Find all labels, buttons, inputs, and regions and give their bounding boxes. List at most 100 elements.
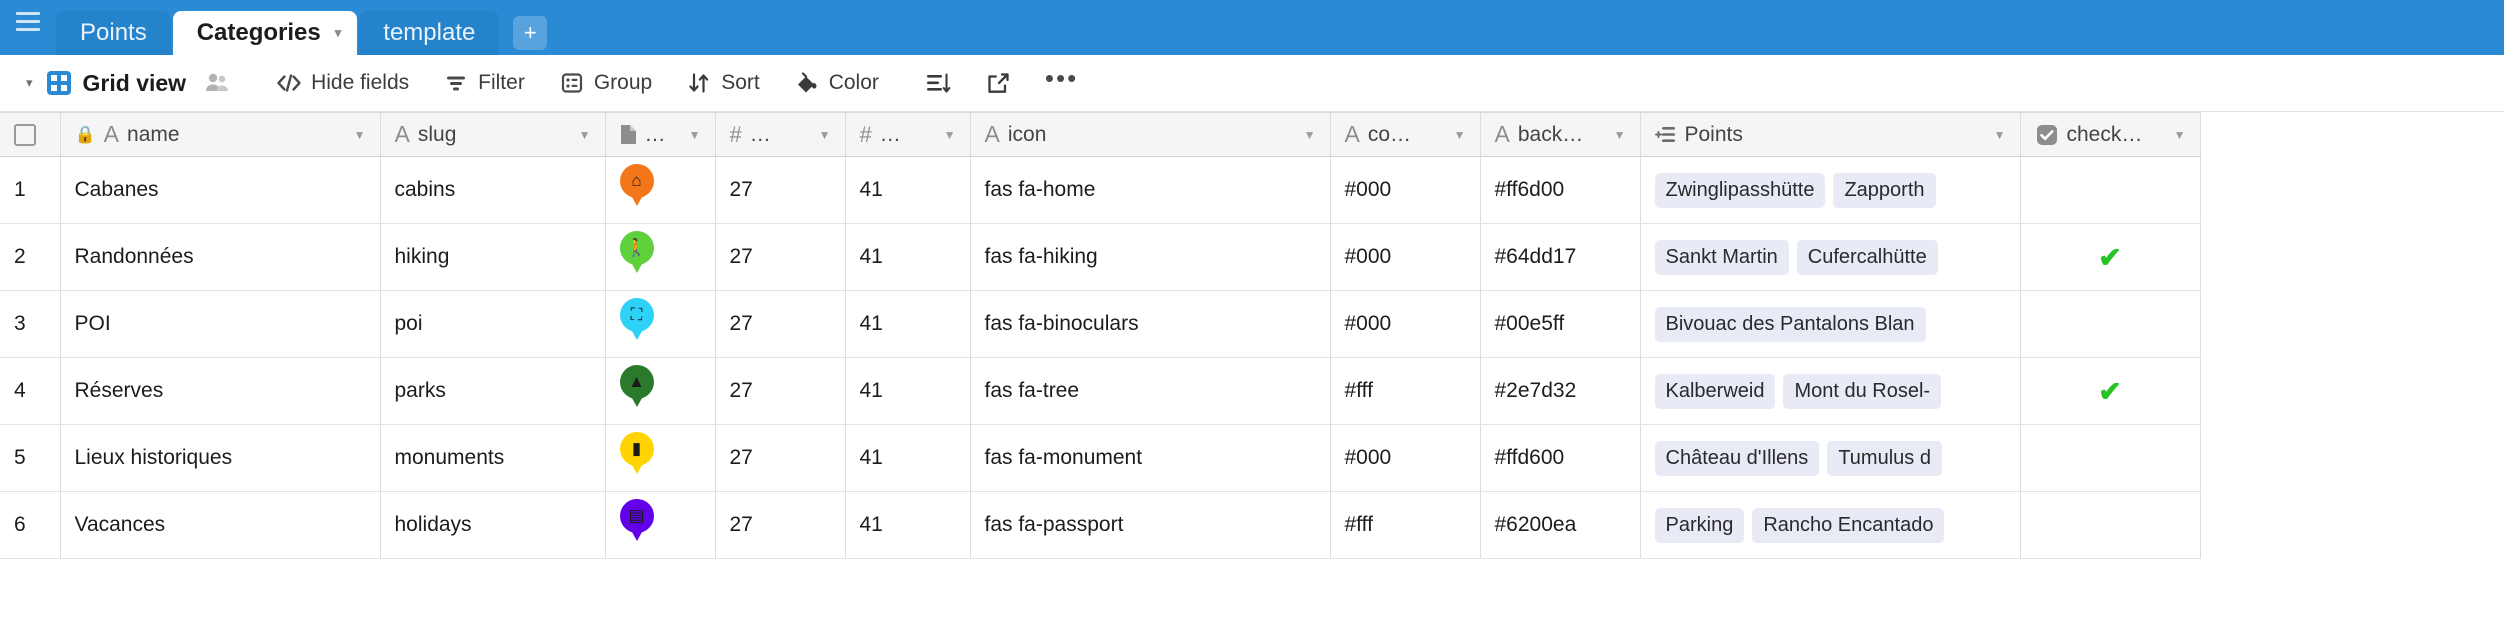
cell-checkbox[interactable] (2020, 290, 2201, 358)
table-row[interactable]: 6 Vacances holidays ▤ 27 41 fas fa-passport #ff… (0, 491, 2201, 559)
color-button[interactable]: Color (794, 70, 879, 96)
cell-back[interactable]: #6200ea (1480, 491, 1641, 559)
filter-button[interactable]: Filter (443, 70, 525, 96)
cell-points-links[interactable]: Zwinglipasshütte Zapporth (1640, 156, 2021, 224)
cell-icon[interactable]: fas fa-passport (970, 491, 1331, 559)
chevron-down-icon[interactable]: ▼ (944, 128, 956, 142)
table-row[interactable]: 2 Randonnées hiking 🚶 27 41 fas fa-hiking #000 #… (0, 223, 2201, 291)
cell-num2[interactable]: 41 (845, 223, 971, 291)
cell-color[interactable]: #fff (1330, 491, 1481, 559)
linked-record-chip[interactable]: Cufercalhütte (1796, 239, 1938, 275)
column-header-back[interactable]: Aback… ▼ (1480, 112, 1641, 157)
share-view-icon[interactable] (985, 70, 1011, 96)
table-row[interactable]: 3 POI poi ⛶ 27 41 fas fa-binoculars #000 #00e5ff… (0, 290, 2201, 358)
chevron-down-icon[interactable]: ▼ (2174, 128, 2186, 142)
cell-name[interactable]: Vacances (60, 491, 381, 559)
cell-num1[interactable]: 27 (715, 357, 846, 425)
cell-icon[interactable]: fas fa-hiking (970, 223, 1331, 291)
linked-record-chip[interactable]: Rancho Encantado (1752, 507, 1945, 543)
chevron-down-icon[interactable]: ▼ (579, 128, 591, 142)
group-button[interactable]: Group (559, 70, 652, 96)
linked-record-chip[interactable]: Zwinglipasshütte (1654, 172, 1826, 208)
linked-record-chip[interactable]: Sankt Martin (1654, 239, 1789, 275)
cell-color[interactable]: #000 (1330, 223, 1481, 291)
linked-record-chip[interactable]: Tumulus d (1827, 440, 1942, 476)
column-header-points[interactable]: Points ▼ (1640, 112, 2021, 157)
cell-name[interactable]: Randonnées (60, 223, 381, 291)
select-all-checkbox[interactable] (14, 123, 36, 146)
cell-num2[interactable]: 41 (845, 424, 971, 492)
cell-checkbox[interactable] (2020, 491, 2201, 559)
linked-record-chip[interactable]: Château d'Illens (1654, 440, 1820, 476)
cell-icon[interactable]: fas fa-tree (970, 357, 1331, 425)
chevron-down-icon[interactable]: ▾ (335, 25, 342, 41)
column-header-color[interactable]: Aco… ▼ (1330, 112, 1481, 157)
cell-num1[interactable]: 27 (715, 290, 846, 358)
cell-name[interactable]: Cabanes (60, 156, 381, 224)
cell-color[interactable]: #000 (1330, 156, 1481, 224)
collaborators-icon[interactable] (204, 72, 230, 94)
linked-record-chip[interactable]: Zapporth (1833, 172, 1936, 208)
cell-num1[interactable]: 27 (715, 491, 846, 559)
cell-points-links[interactable]: Sankt Martin Cufercalhütte (1640, 223, 2021, 291)
chevron-down-icon[interactable]: ▼ (1614, 128, 1626, 142)
chevron-down-icon[interactable]: ▼ (1304, 128, 1316, 142)
table-row[interactable]: 4 Réserves parks ▲ 27 41 fas fa-tree #fff #2e7d3… (0, 357, 2201, 425)
cell-slug[interactable]: holidays (380, 491, 606, 559)
cell-back[interactable]: #2e7d32 (1480, 357, 1641, 425)
cell-marker-attachment[interactable]: ⌂ (605, 156, 716, 224)
tab-categories[interactable]: Categories ▾ (172, 11, 358, 55)
column-header-checkbox[interactable]: check… ▼ (2020, 112, 2201, 157)
table-row[interactable]: 5 Lieux historiques monuments ▮ 27 41 fas fa-m… (0, 424, 2201, 492)
chevron-down-icon[interactable]: ▼ (1994, 128, 2006, 142)
cell-num2[interactable]: 41 (845, 357, 971, 425)
cell-name[interactable]: Réserves (60, 357, 381, 425)
checkmark-icon[interactable]: ✔ (2035, 241, 2186, 274)
cell-slug[interactable]: poi (380, 290, 606, 358)
cell-back[interactable]: #64dd17 (1480, 223, 1641, 291)
cell-name[interactable]: Lieux historiques (60, 424, 381, 492)
linked-record-chip[interactable]: Parking (1654, 507, 1745, 543)
add-tab-button[interactable]: + (513, 16, 548, 50)
cell-points-links[interactable]: Château d'Illens Tumulus d (1640, 424, 2021, 492)
cell-color[interactable]: #fff (1330, 357, 1481, 425)
cell-checkbox[interactable]: ✔ (2020, 223, 2201, 291)
cell-num2[interactable]: 41 (845, 156, 971, 224)
cell-marker-attachment[interactable]: ⛶ (605, 290, 716, 358)
column-header-icon[interactable]: Aicon ▼ (970, 112, 1331, 157)
cell-checkbox[interactable]: ✔ (2020, 357, 2201, 425)
cell-num1[interactable]: 27 (715, 424, 846, 492)
more-options-button[interactable]: ••• (1045, 65, 1078, 93)
cell-icon[interactable]: fas fa-monument (970, 424, 1331, 492)
cell-name[interactable]: POI (60, 290, 381, 358)
chevron-down-icon[interactable]: ▼ (819, 128, 831, 142)
table-row[interactable]: 1 Cabanes cabins ⌂ 27 41 fas fa-home #000 #ff6d0… (0, 156, 2201, 224)
cell-num1[interactable]: 27 (715, 156, 846, 224)
cell-back[interactable]: #00e5ff (1480, 290, 1641, 358)
cell-marker-attachment[interactable]: 🚶 (605, 223, 716, 291)
cell-slug[interactable]: parks (380, 357, 606, 425)
cell-checkbox[interactable] (2020, 424, 2201, 492)
hamburger-menu-icon[interactable] (0, 0, 56, 55)
view-sidebar-toggle-icon[interactable]: ▾ (26, 75, 33, 91)
cell-icon[interactable]: fas fa-home (970, 156, 1331, 224)
cell-points-links[interactable]: Parking Rancho Encantado (1640, 491, 2021, 559)
hide-fields-button[interactable]: Hide fields (276, 70, 409, 96)
sort-button[interactable]: Sort (686, 70, 760, 96)
cell-marker-attachment[interactable]: ▮ (605, 424, 716, 492)
cell-points-links[interactable]: Bivouac des Pantalons Blan (1640, 290, 2021, 358)
tab-points[interactable]: Points (56, 11, 171, 55)
cell-slug[interactable]: hiking (380, 223, 606, 291)
cell-back[interactable]: #ff6d00 (1480, 156, 1641, 224)
select-all-header[interactable] (0, 112, 61, 157)
cell-slug[interactable]: monuments (380, 424, 606, 492)
column-header-num2[interactable]: # … ▼ (845, 112, 971, 157)
cell-marker-attachment[interactable]: ▲ (605, 357, 716, 425)
chevron-down-icon[interactable]: ▼ (689, 128, 701, 142)
column-header-num1[interactable]: # … ▼ (715, 112, 846, 157)
cell-slug[interactable]: cabins (380, 156, 606, 224)
cell-color[interactable]: #000 (1330, 424, 1481, 492)
column-header-marker[interactable]: … ▼ (605, 112, 716, 157)
cell-num2[interactable]: 41 (845, 290, 971, 358)
chevron-down-icon[interactable]: ▼ (354, 128, 366, 142)
